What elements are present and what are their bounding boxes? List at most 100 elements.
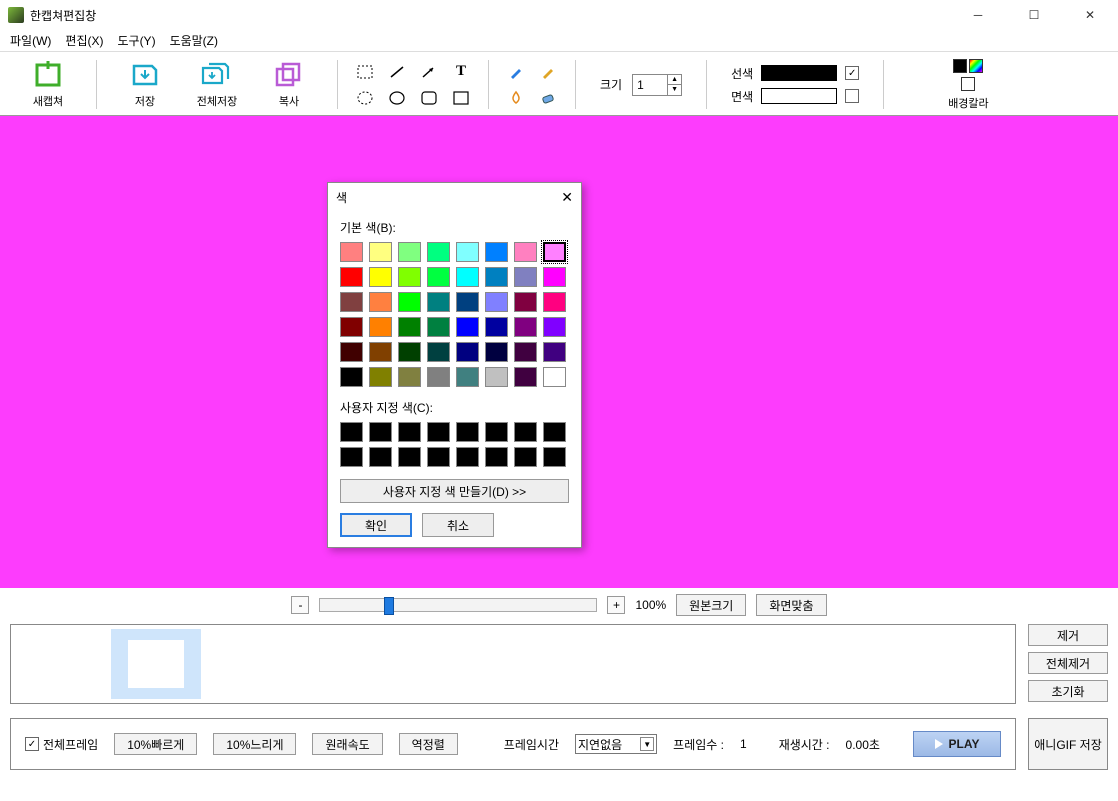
frame-thumb[interactable] [111,629,201,699]
basic-color-11[interactable] [427,267,450,287]
custom-color-0[interactable] [340,422,363,442]
basic-color-3[interactable] [427,242,450,262]
bgcolor-black[interactable] [953,59,967,73]
ellipse-select-icon[interactable] [356,89,374,107]
play-button[interactable]: PLAY [913,731,1001,757]
frame-list[interactable] [10,624,1016,704]
gif-save-button[interactable]: 애니GIF 저장 [1028,718,1108,770]
basic-color-14[interactable] [514,267,537,287]
zoom-in-button[interactable]: + [607,596,625,614]
bgcolor-rainbow[interactable] [969,59,983,73]
basic-color-47[interactable] [543,367,566,387]
ellipse-icon[interactable] [388,89,406,107]
basic-color-0[interactable] [340,242,363,262]
basic-color-27[interactable] [427,317,450,337]
remove-all-frames-button[interactable]: 전체제거 [1028,652,1108,674]
slower-button[interactable]: 10%느리게 [213,733,296,755]
menu-file[interactable]: 파일(W) [10,32,51,49]
menu-help[interactable]: 도움말(Z) [170,32,218,49]
basic-color-23[interactable] [543,292,566,312]
basic-color-6[interactable] [514,242,537,262]
basic-color-45[interactable] [485,367,508,387]
custom-color-9[interactable] [369,447,392,467]
basic-color-42[interactable] [398,367,421,387]
custom-color-3[interactable] [427,422,450,442]
basic-color-33[interactable] [369,342,392,362]
basic-color-40[interactable] [340,367,363,387]
basic-color-35[interactable] [427,342,450,362]
custom-color-6[interactable] [514,422,537,442]
basic-color-8[interactable] [340,267,363,287]
basic-color-12[interactable] [456,267,479,287]
remove-frame-button[interactable]: 제거 [1028,624,1108,646]
bgcolor-white[interactable] [961,77,975,91]
basic-color-39[interactable] [543,342,566,362]
custom-color-10[interactable] [398,447,421,467]
custom-color-1[interactable] [369,422,392,442]
basic-color-37[interactable] [485,342,508,362]
roundrect-icon[interactable] [420,89,438,107]
maximize-button[interactable]: ☐ [1014,1,1054,29]
rect-icon[interactable] [452,89,470,107]
basic-color-15[interactable] [543,267,566,287]
basic-color-21[interactable] [485,292,508,312]
size-down[interactable]: ▼ [668,85,681,95]
copy-button[interactable]: 복사 [253,54,325,115]
eraser-icon[interactable] [539,89,557,107]
basic-color-41[interactable] [369,367,392,387]
frametime-select[interactable]: 지연없음 ▼ [575,734,657,754]
rect-select-icon[interactable] [356,63,374,81]
custom-color-5[interactable] [485,422,508,442]
fillcolor-swatch[interactable] [761,88,837,104]
basic-color-19[interactable] [427,292,450,312]
basic-color-17[interactable] [369,292,392,312]
size-up[interactable]: ▲ [668,75,681,86]
basic-color-25[interactable] [369,317,392,337]
size-spinner[interactable]: ▲▼ [632,74,682,96]
basic-color-28[interactable] [456,317,479,337]
menu-edit[interactable]: 편집(X) [65,32,103,49]
newcapture-button[interactable]: 새캡쳐 [12,54,84,115]
custom-color-8[interactable] [340,447,363,467]
zoom-slider-thumb[interactable] [384,597,394,615]
basic-color-16[interactable] [340,292,363,312]
saveall-button[interactable]: 전체저장 [181,54,253,115]
custom-color-4[interactable] [456,422,479,442]
zoom-out-button[interactable]: - [291,596,309,614]
basic-color-32[interactable] [340,342,363,362]
highlighter-icon[interactable] [539,63,557,81]
basic-color-31[interactable] [543,317,566,337]
fillcolor-checkbox[interactable] [845,89,859,103]
line-icon[interactable] [388,63,406,81]
custom-color-7[interactable] [543,422,566,442]
basic-color-2[interactable] [398,242,421,262]
basic-color-7[interactable] [543,242,566,262]
minimize-button[interactable]: ─ [958,1,998,29]
reverse-button[interactable]: 역정렬 [399,733,458,755]
close-button[interactable]: ✕ [1070,1,1110,29]
custom-color-2[interactable] [398,422,421,442]
define-custom-button[interactable]: 사용자 지정 색 만들기(D) >> [340,479,569,503]
basic-color-29[interactable] [485,317,508,337]
basic-color-46[interactable] [514,367,537,387]
basic-color-10[interactable] [398,267,421,287]
basic-color-22[interactable] [514,292,537,312]
blur-icon[interactable] [507,89,525,107]
allframes-checkbox[interactable]: ✓ 전체프레임 [25,736,98,753]
basic-color-34[interactable] [398,342,421,362]
basic-color-18[interactable] [398,292,421,312]
basic-color-5[interactable] [485,242,508,262]
custom-color-14[interactable] [514,447,537,467]
custom-color-12[interactable] [456,447,479,467]
zoom-original-button[interactable]: 원본크기 [676,594,746,616]
text-icon[interactable]: T [452,63,470,81]
custom-color-11[interactable] [427,447,450,467]
faster-button[interactable]: 10%빠르게 [114,733,197,755]
menu-tools[interactable]: 도구(Y) [117,32,155,49]
save-button[interactable]: 저장 [109,54,181,115]
zoom-fit-button[interactable]: 화면맞춤 [756,594,826,616]
dialog-cancel-button[interactable]: 취소 [422,513,494,537]
origspeed-button[interactable]: 원래속도 [312,733,382,755]
basic-color-20[interactable] [456,292,479,312]
pencil-icon[interactable] [507,63,525,81]
